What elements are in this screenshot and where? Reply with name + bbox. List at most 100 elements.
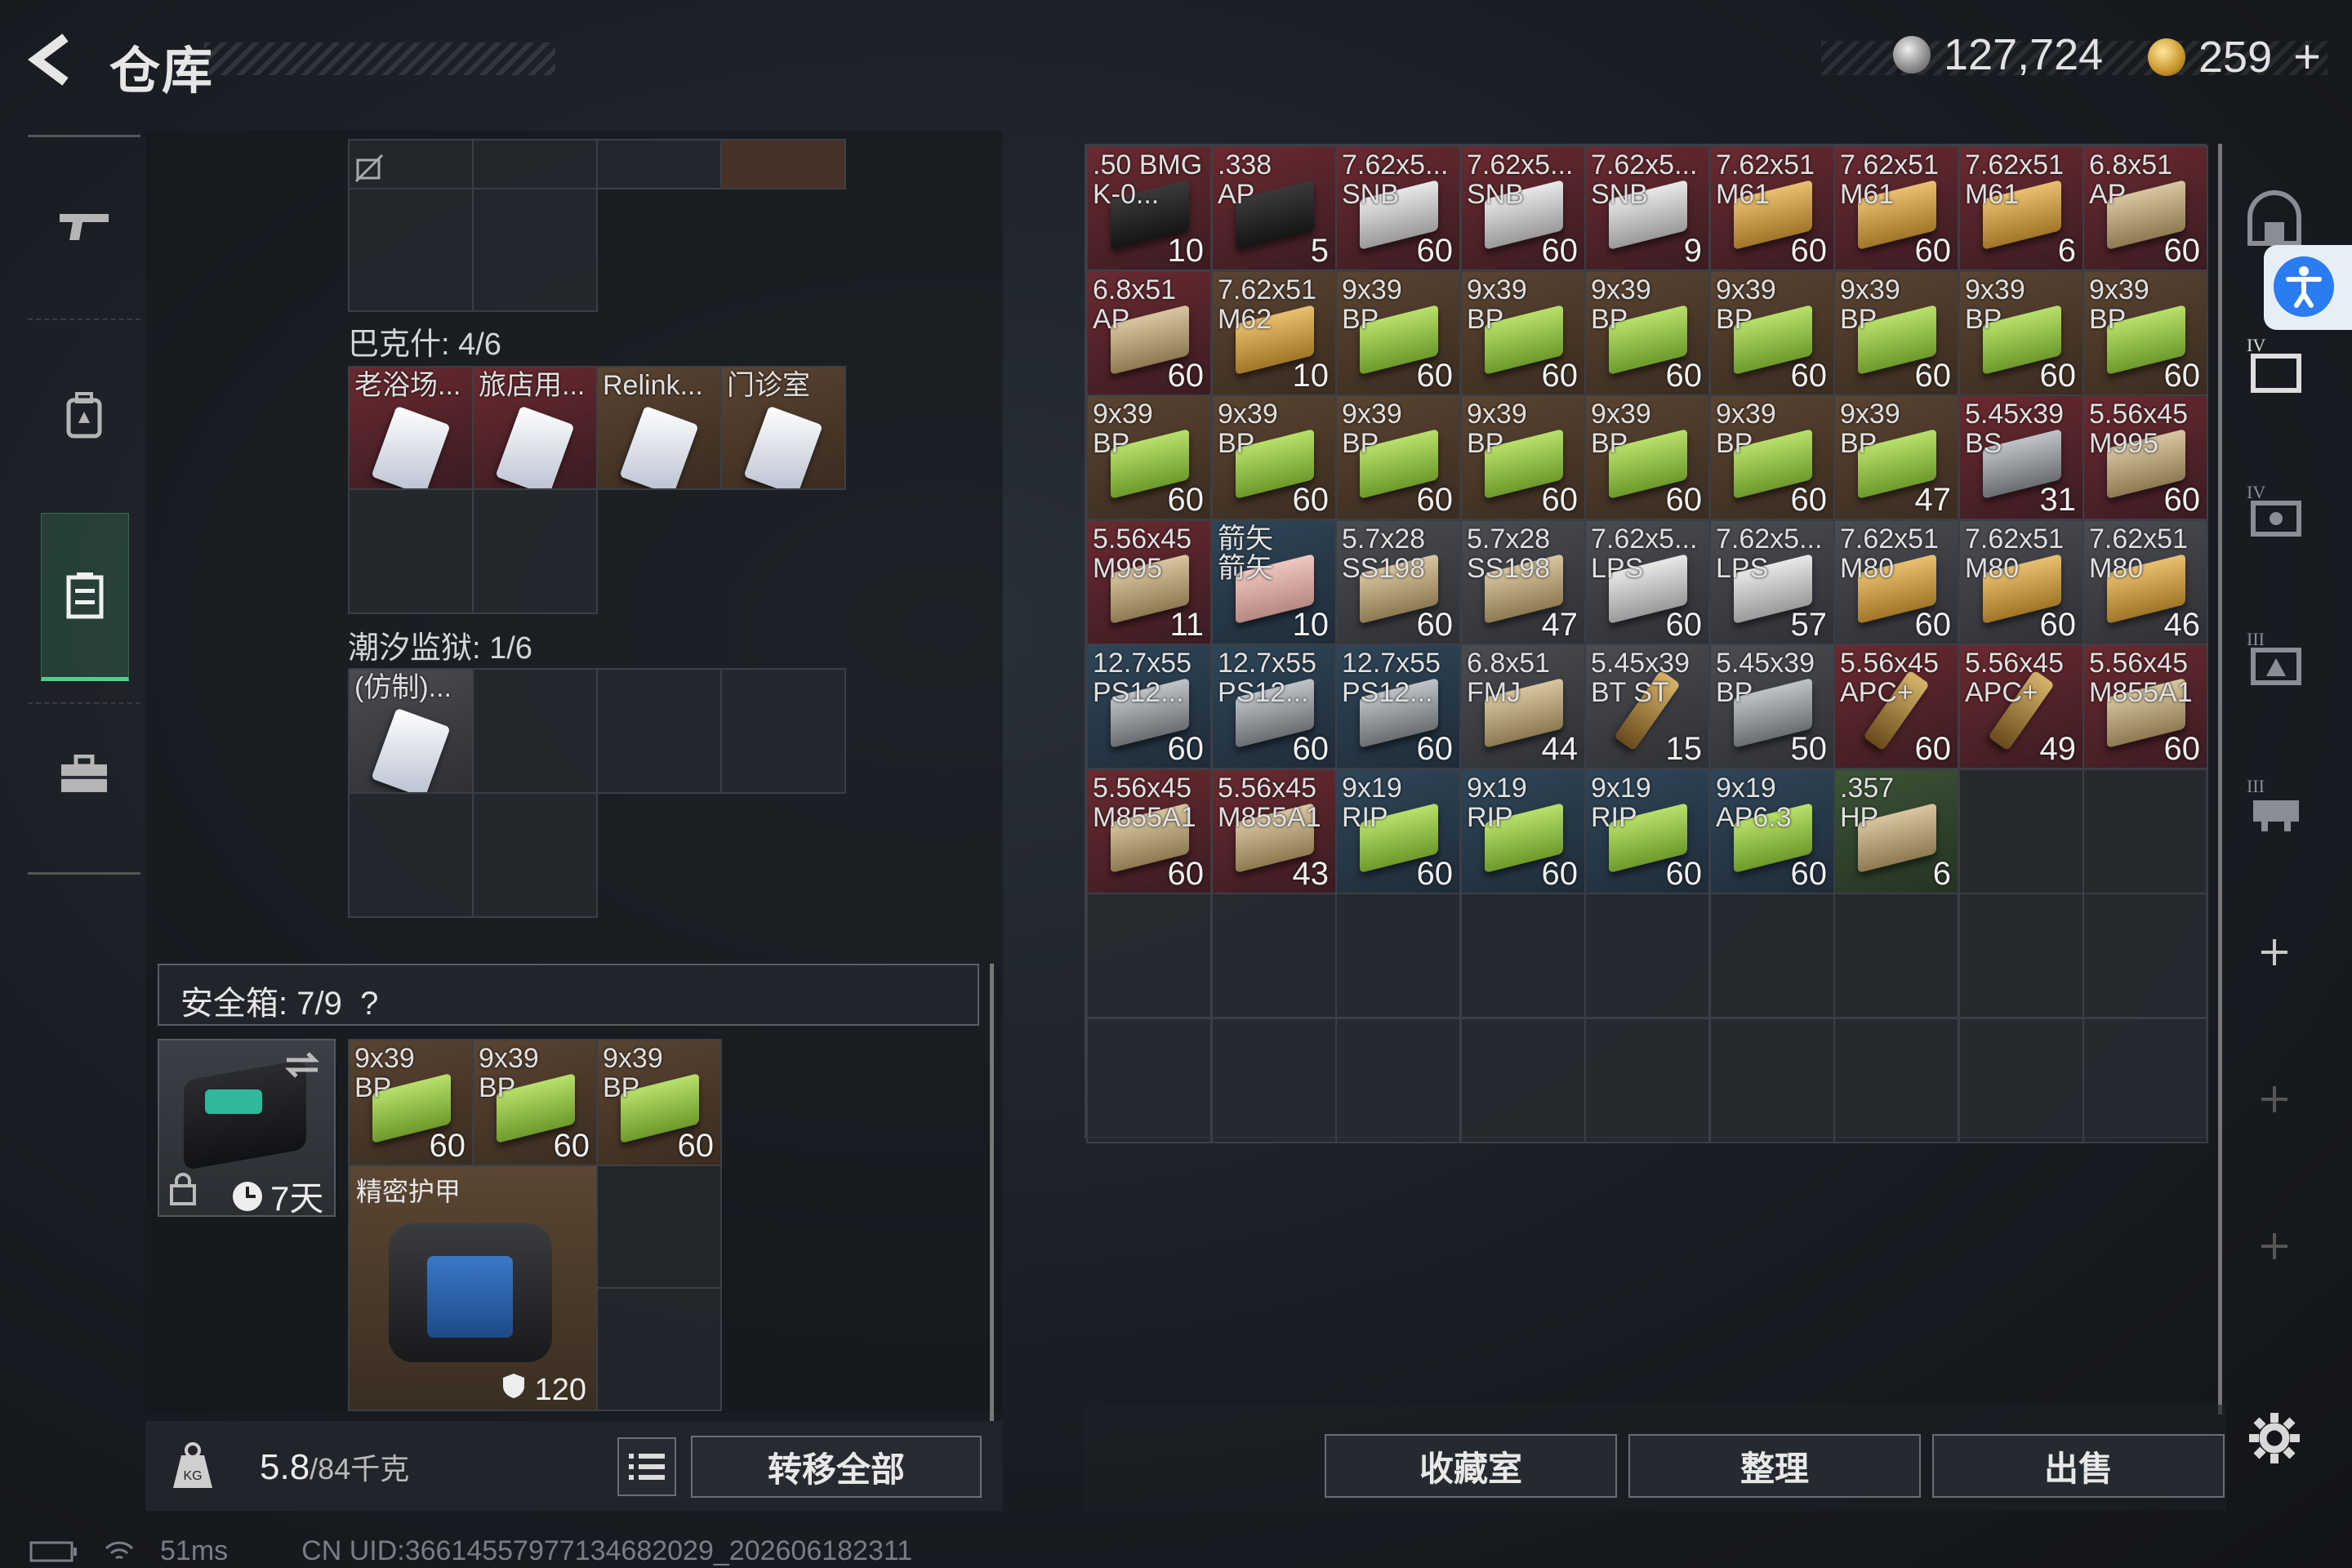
inventory-item[interactable]: 9x39 BP 60 [2082, 270, 2208, 396]
empty-slot[interactable] [720, 668, 846, 794]
empty-slot[interactable] [596, 668, 722, 794]
inventory-item[interactable]: 老浴场... [348, 366, 474, 490]
inventory-item[interactable]: .338 AP 5 [1211, 145, 1337, 271]
empty-slot[interactable] [348, 488, 474, 614]
empty-slot[interactable] [1211, 1018, 1337, 1143]
empty-slot[interactable] [1958, 893, 2084, 1018]
inventory-item[interactable]: .50 BMG K-0... 10 [1086, 145, 1212, 271]
inventory-item[interactable]: 9x39 BP 60 [1086, 394, 1212, 520]
inventory-item[interactable]: 9x39 BP 60 [1709, 270, 1835, 396]
inventory-item[interactable]: 6.8x51 AP 60 [1086, 270, 1212, 396]
inventory-item[interactable]: 12.7x55 PS12... 60 [1211, 644, 1337, 769]
inventory-item[interactable]: 5.45x39 BP 50 [1709, 644, 1835, 769]
empty-slot[interactable] [2082, 1018, 2208, 1143]
empty-slot[interactable] [472, 188, 598, 312]
inventory-item[interactable]: 7.62x51 M61 6 [1958, 145, 2084, 271]
empty-slot[interactable] [1086, 893, 1212, 1018]
empty-slot[interactable] [2082, 893, 2208, 1018]
inventory-item[interactable]: 5.56x45 M995 11 [1086, 519, 1212, 645]
inventory-item[interactable]: 9x39 BP 60 [596, 1039, 722, 1166]
inventory-item[interactable]: 7.62x5... SNB 60 [1460, 145, 1586, 271]
inventory-item[interactable]: 7.62x5... SNB 9 [1584, 145, 1710, 271]
empty-slot[interactable] [1833, 893, 1959, 1018]
empty-slot[interactable] [348, 188, 474, 312]
inventory-item[interactable]: 5.56x45 M855A1 60 [1086, 768, 1212, 894]
inventory-item[interactable]: 9x39 BP 60 [1709, 394, 1835, 520]
inventory-item[interactable]: 门诊室 [720, 366, 846, 490]
stash-tab-5[interactable]: III [2230, 732, 2319, 879]
empty-slot[interactable] [1086, 1018, 1212, 1143]
inventory-item[interactable]: 7.62x5... SNB 60 [1335, 145, 1461, 271]
inventory-item-partial[interactable] [720, 139, 846, 189]
inventory-item[interactable]: 9x19 AP6.3 60 [1709, 768, 1835, 894]
empty-slot[interactable] [1335, 1018, 1461, 1143]
empty-slot[interactable] [596, 1287, 722, 1411]
empty-slot[interactable] [1584, 893, 1710, 1018]
inventory-item[interactable]: 7.62x51 M80 46 [2082, 519, 2208, 645]
empty-slot[interactable] [1709, 1018, 1835, 1143]
gold-currency[interactable]: 259 + [2148, 29, 2321, 84]
empty-slot[interactable] [1709, 893, 1835, 1018]
inventory-item[interactable]: 7.62x51 M61 60 [1709, 145, 1835, 271]
inventory-item[interactable]: 9x39 BP 60 [1584, 270, 1710, 396]
inventory-item[interactable]: 5.56x45 APC+ 60 [1833, 644, 1959, 769]
inventory-item[interactable]: 9x39 BP 60 [1584, 394, 1710, 520]
inventory-item[interactable]: 7.62x51 M62 10 [1211, 270, 1337, 396]
empty-slot[interactable] [1833, 1018, 1959, 1143]
inventory-item[interactable]: 9x39 BP 60 [1833, 270, 1959, 396]
inventory-item[interactable]: 12.7x55 PS12... 60 [1335, 644, 1461, 769]
empty-slot[interactable] [348, 792, 474, 918]
inventory-item[interactable]: 9x19 RIP 60 [1460, 768, 1586, 894]
collection-room-button[interactable]: 收藏室 [1325, 1434, 1617, 1498]
right-scrollbar[interactable] [2218, 144, 2222, 1414]
stash-tab-4[interactable]: III [2230, 585, 2319, 732]
inventory-item[interactable]: 旅店用... [472, 366, 598, 490]
help-icon[interactable]: ? [360, 986, 378, 1022]
accessibility-button[interactable] [2264, 245, 2352, 330]
inventory-item[interactable]: 9x39 BP 60 [1958, 270, 2084, 396]
list-view-button[interactable] [617, 1437, 676, 1496]
armor-item[interactable]: 精密护甲 120 [348, 1165, 598, 1411]
organize-button[interactable]: 整理 [1628, 1434, 1921, 1498]
transfer-all-button[interactable]: 转移全部 [691, 1436, 982, 1498]
empty-slot[interactable] [2082, 768, 2208, 894]
empty-slot[interactable] [472, 792, 598, 918]
inventory-item[interactable]: 5.7x28 SS198 60 [1335, 519, 1461, 645]
inventory-item[interactable]: .357 HP 6 [1833, 768, 1959, 894]
inventory-item[interactable]: 7.62x5... LPS 60 [1584, 519, 1710, 645]
empty-slot[interactable] [1958, 1018, 2084, 1143]
empty-slot[interactable] [1211, 893, 1337, 1018]
empty-slot[interactable] [1335, 893, 1461, 1018]
inventory-item-partial[interactable] [596, 139, 722, 189]
empty-slot[interactable] [1460, 1018, 1586, 1143]
inventory-item[interactable]: 9x19 RIP 60 [1335, 768, 1461, 894]
inventory-item[interactable]: 箭矢 箭矢 10 [1211, 519, 1337, 645]
empty-slot[interactable] [596, 1165, 722, 1289]
inventory-item[interactable]: 9x39 BP 60 [1335, 270, 1461, 396]
inventory-item[interactable]: 7.62x51 M61 60 [1833, 145, 1959, 271]
inventory-item[interactable]: 9x39 BP 47 [1833, 394, 1959, 520]
inventory-item[interactable]: 9x19 RIP 60 [1584, 768, 1710, 894]
inventory-item[interactable]: 7.62x51 M80 60 [1833, 519, 1959, 645]
inventory-item[interactable]: 9x39 BP 60 [1211, 394, 1337, 520]
back-arrow-icon[interactable] [24, 31, 82, 88]
add-currency-button[interactable]: + [2293, 29, 2321, 84]
empty-slot[interactable] [1460, 893, 1586, 1018]
stash-tab-3[interactable]: IV [2230, 438, 2319, 585]
inventory-item[interactable]: 12.7x55 PS12... 60 [1086, 644, 1212, 769]
inventory-item[interactable]: 5.45x39 BS 31 [1958, 394, 2084, 520]
inventory-item[interactable]: 7.62x51 M80 60 [1958, 519, 2084, 645]
left-scrollbar[interactable] [990, 964, 994, 1421]
empty-slot[interactable] [472, 668, 598, 794]
inventory-item[interactable]: 5.45x39 BT ST 15 [1584, 644, 1710, 769]
add-stash-tab-button[interactable] [2230, 879, 2319, 1026]
safe-case[interactable]: 7天 [158, 1039, 336, 1218]
inventory-item[interactable]: 6.8x51 FMJ 44 [1460, 644, 1586, 769]
inventory-item[interactable]: 9x39 BP 60 [472, 1039, 598, 1166]
inventory-item[interactable]: 9x39 BP 60 [348, 1039, 474, 1166]
swap-icon[interactable] [282, 1049, 323, 1081]
inventory-item[interactable]: 5.56x45 APC+ 49 [1958, 644, 2084, 769]
nav-weapons[interactable] [28, 145, 140, 309]
nav-stash[interactable] [41, 513, 129, 681]
inventory-item[interactable]: 5.56x45 M995 60 [2082, 394, 2208, 520]
